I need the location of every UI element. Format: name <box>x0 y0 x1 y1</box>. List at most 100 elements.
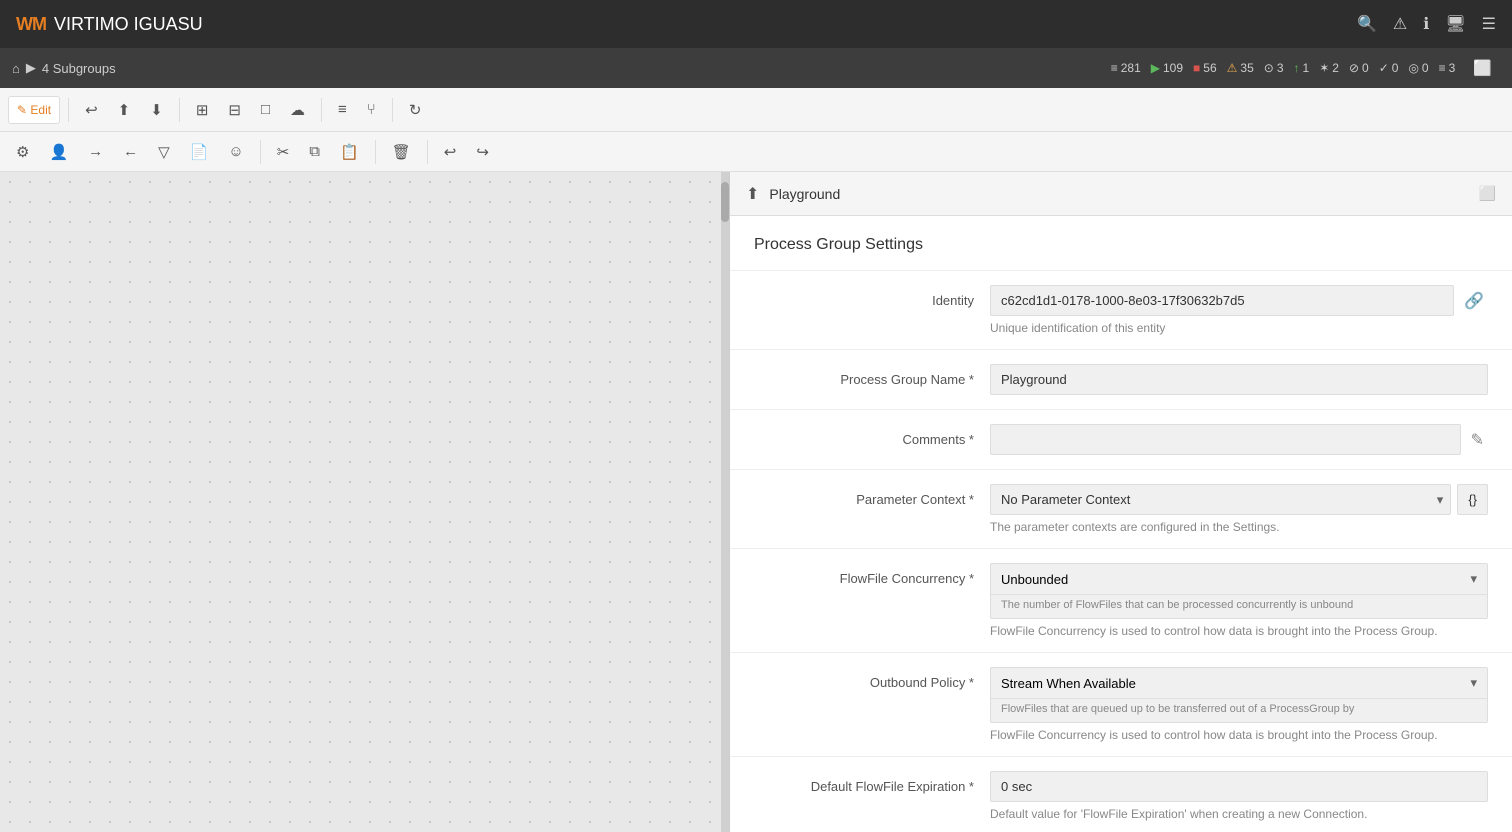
canvas-area[interactable] <box>0 172 730 832</box>
paste-button[interactable]: 📋 <box>332 137 367 167</box>
stat-disabled: ⊙ 3 <box>1264 61 1284 75</box>
outbound-policy-main[interactable]: Stream When Available ▾ <box>991 668 1487 698</box>
square-button[interactable]: □ <box>253 95 278 124</box>
flowfile-concurrency-row: FlowFile Concurrency * Unbounded ▾ The n… <box>730 549 1512 653</box>
cloud-button[interactable]: ☁ <box>282 95 313 125</box>
panel-header: ⬆ Playground ⬜ <box>730 172 1512 216</box>
flowfile-concurrency-main[interactable]: Unbounded ▾ <box>991 564 1487 594</box>
undo-button[interactable]: ↩ <box>77 95 106 125</box>
outbound-policy-field: Stream When Available ▾ FlowFiles that a… <box>990 667 1488 742</box>
document-button[interactable]: 📄 <box>182 137 217 167</box>
stat-uptodate: ✓ 0 <box>1379 61 1399 75</box>
uptodate-value: 0 <box>1392 61 1399 75</box>
edit-button[interactable]: ✎ Edit <box>8 96 60 124</box>
flowfile-concurrency-dropdown[interactable]: Unbounded ▾ The number of FlowFiles that… <box>990 563 1488 619</box>
filter-button[interactable]: ▽ <box>150 137 178 167</box>
disabled-value: 3 <box>1277 61 1284 75</box>
grid9-button[interactable]: ⊟ <box>220 95 249 125</box>
stat-modified: ◎ 0 <box>1408 61 1428 75</box>
outbound-policy-row: Outbound Policy * Stream When Available … <box>730 653 1512 757</box>
breadcrumb-subgroups[interactable]: 4 Subgroups <box>42 61 116 76</box>
outbound-policy-value: Stream When Available <box>1001 676 1136 691</box>
panel-header-left: ⬆ Playground <box>746 184 840 204</box>
logo-iguasu-text: VIRTIMO IGUASU <box>54 14 203 35</box>
separator-6 <box>375 140 376 164</box>
outbound-policy-dropdown[interactable]: Stream When Available ▾ FlowFiles that a… <box>990 667 1488 723</box>
grid4-button[interactable]: ⊞ <box>188 95 217 125</box>
warning-icon[interactable]: ⚠ <box>1393 14 1407 34</box>
logo-wm-text: WM <box>16 14 46 35</box>
branch-button[interactable]: ⑂ <box>359 95 384 124</box>
scrollbar-thumb[interactable] <box>721 182 729 222</box>
info-icon[interactable]: ℹ <box>1423 14 1429 34</box>
stat-down: ✶ 2 <box>1319 61 1339 75</box>
outbound-policy-label: Outbound Policy * <box>754 667 974 690</box>
stats-bar: ≡ 281 ▶ 109 ■ 56 ⚠ 35 ⊙ 3 ↑ 1 ✶ 2 ⊘ 0 <box>1111 53 1500 83</box>
parameter-context-row: Parameter Context * No Parameter Context… <box>730 470 1512 549</box>
download-button[interactable]: ⬇ <box>142 95 171 125</box>
outbound-policy-chevron: ▾ <box>1470 675 1477 691</box>
parameter-context-select[interactable]: No Parameter Context <box>990 484 1451 515</box>
separator-2 <box>179 98 180 122</box>
queued-value: 281 <box>1121 61 1141 75</box>
up-icon: ↑ <box>1294 61 1300 75</box>
running-value: 109 <box>1163 61 1183 75</box>
invalid-icon: ⚠ <box>1227 61 1238 75</box>
cut-button[interactable]: ✂ <box>269 137 298 167</box>
copy-button[interactable]: ⧉ <box>301 137 328 166</box>
menu-icon[interactable]: ☰ <box>1482 14 1496 34</box>
modified-value: 0 <box>1422 61 1429 75</box>
param-context-row: No Parameter Context {} <box>990 484 1488 515</box>
comments-input-wrapper: ✎ <box>990 424 1488 455</box>
comments-input[interactable] <box>990 424 1461 455</box>
list-button[interactable]: ≡ <box>330 95 355 124</box>
redo-button[interactable]: ↪ <box>468 137 497 167</box>
parameter-context-field: No Parameter Context {} The parameter co… <box>990 484 1488 534</box>
stat-threads: ≡ 3 <box>1439 61 1456 75</box>
users-button[interactable]: 👤 <box>41 137 76 167</box>
panel-maximize-icon[interactable]: ⬜ <box>1479 185 1496 202</box>
home-icon[interactable]: ⌂ <box>12 61 20 76</box>
breadcrumb-arrow: ▶ <box>26 60 36 76</box>
separator-4 <box>392 98 393 122</box>
flowfile-concurrency-value: Unbounded <box>1001 572 1068 587</box>
threads-icon: ≡ <box>1439 61 1446 75</box>
upload-button[interactable]: ⬆ <box>110 95 139 125</box>
uptodate-icon: ✓ <box>1379 61 1389 75</box>
default-flowfile-expiration-input[interactable] <box>990 771 1488 802</box>
maximize-canvas-btn[interactable]: ⬜ <box>1465 53 1500 83</box>
undo2-button[interactable]: ↩ <box>436 137 465 167</box>
stat-queued: ≡ 281 <box>1111 61 1141 75</box>
identity-link-btn[interactable]: 🔗 <box>1460 287 1488 315</box>
delete-button[interactable]: 🗑 <box>384 137 419 167</box>
process-group-name-input[interactable] <box>990 364 1488 395</box>
identity-input[interactable] <box>990 285 1454 316</box>
settings-button[interactable]: ⚙ <box>8 137 37 167</box>
input-port-button[interactable]: → <box>80 137 111 166</box>
comments-edit-btn[interactable]: ✎ <box>1467 426 1488 454</box>
stat-invalid: ⚠ 35 <box>1227 61 1254 75</box>
stat-stopped: ■ 56 <box>1193 61 1217 75</box>
process-group-name-row: Process Group Name * <box>730 350 1512 410</box>
errors-icon: ⊘ <box>1349 61 1359 75</box>
breadcrumb: ⌂ ▶ 4 Subgroups <box>12 60 116 76</box>
separator-3 <box>321 98 322 122</box>
stat-running: ▶ 109 <box>1151 61 1183 75</box>
face-button[interactable]: ☺ <box>220 137 251 166</box>
canvas-dots <box>0 172 729 832</box>
parameter-context-btn[interactable]: {} <box>1457 484 1488 515</box>
refresh-button[interactable]: ↻ <box>401 95 430 125</box>
output-port-button[interactable]: ← <box>115 137 146 166</box>
running-icon: ▶ <box>1151 61 1160 75</box>
errors-value: 0 <box>1362 61 1369 75</box>
parameter-context-select-wrapper: No Parameter Context <box>990 484 1451 515</box>
comments-row: Comments * ✎ <box>730 410 1512 470</box>
process-group-name-field <box>990 364 1488 395</box>
display-icon[interactable]: 🖥 <box>1445 14 1465 34</box>
vertical-scrollbar[interactable] <box>721 172 729 832</box>
disabled-icon: ⊙ <box>1264 61 1274 75</box>
flowfile-concurrency-label: FlowFile Concurrency * <box>754 563 974 586</box>
search-icon[interactable]: 🔍 <box>1357 14 1377 34</box>
separator-7 <box>427 140 428 164</box>
parameter-context-label: Parameter Context * <box>754 484 974 507</box>
